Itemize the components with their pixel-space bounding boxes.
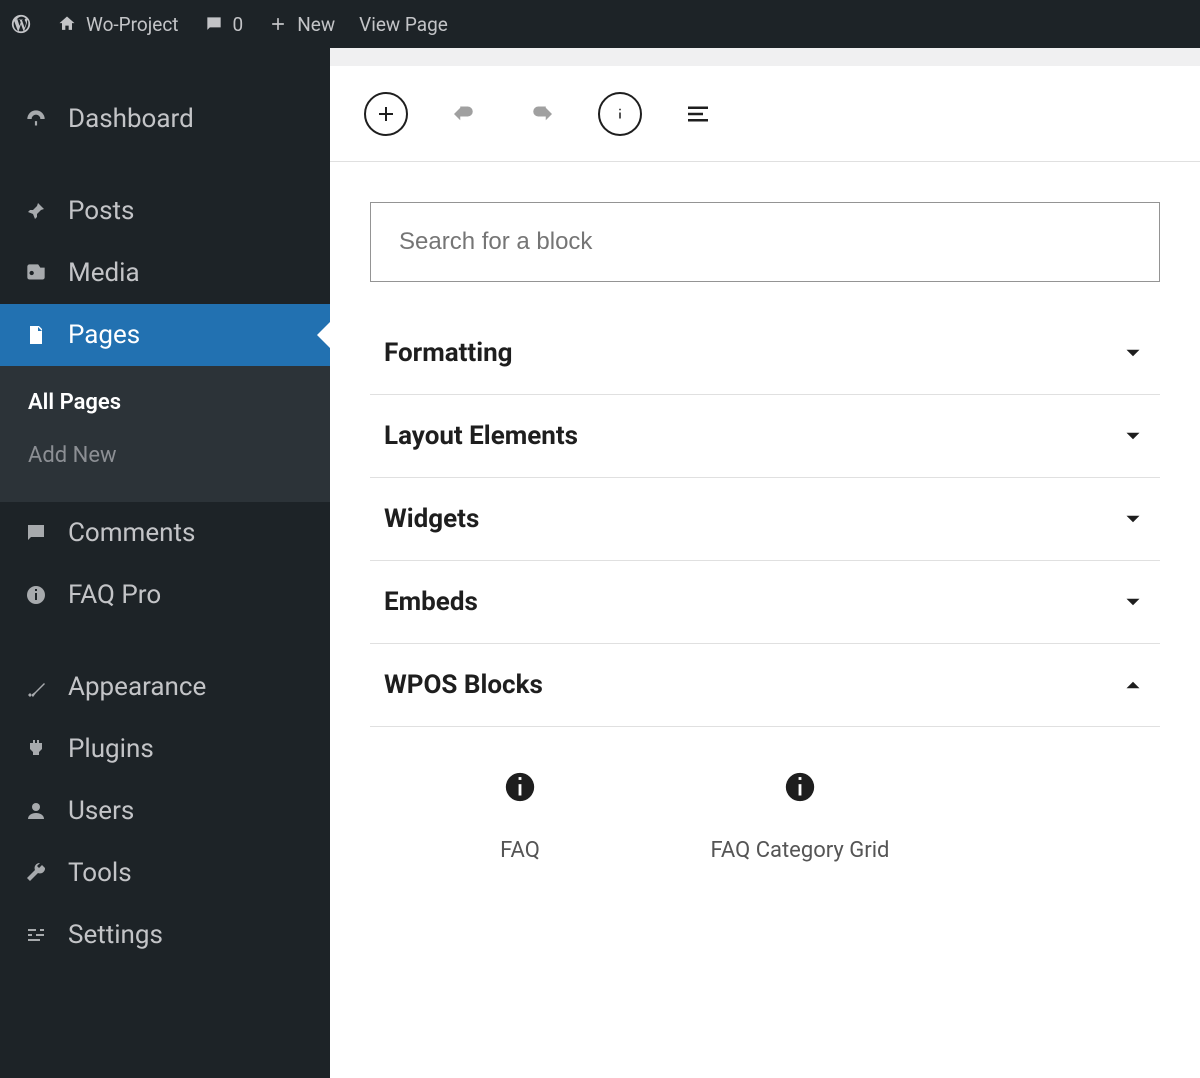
chevron-down-icon <box>1120 340 1146 366</box>
editor-main: Formatting Layout Elements Widgets <box>330 66 1200 1078</box>
plugin-icon <box>22 735 50 763</box>
comment-icon <box>203 13 225 35</box>
add-block-button[interactable] <box>364 92 408 136</box>
wordpress-icon <box>10 13 32 35</box>
sidebar-item-appearance[interactable]: Appearance <box>0 656 330 718</box>
comments-count: 0 <box>233 13 244 36</box>
block-category-list: Formatting Layout Elements Widgets <box>370 312 1160 866</box>
media-icon <box>22 259 50 287</box>
category-wpos-blocks[interactable]: WPOS Blocks <box>370 644 1160 727</box>
sidebar-item-pages[interactable]: Pages <box>0 304 330 366</box>
view-page-label: View Page <box>359 13 448 36</box>
category-widgets[interactable]: Widgets <box>370 478 1160 561</box>
chevron-up-icon <box>1120 672 1146 698</box>
wrench-icon <box>22 859 50 887</box>
block-label: FAQ Category Grid <box>710 837 890 866</box>
content-info-button[interactable] <box>598 92 642 136</box>
new-link[interactable]: New <box>267 13 335 36</box>
undo-button[interactable] <box>442 92 486 136</box>
category-label: Layout Elements <box>384 421 578 451</box>
site-name: Wo-Project <box>86 13 179 36</box>
category-formatting[interactable]: Formatting <box>370 312 1160 395</box>
wpos-blocks-grid: FAQ FAQ Category Grid <box>370 727 1160 866</box>
category-label: Embeds <box>384 587 478 617</box>
sidebar-item-label: FAQ Pro <box>68 580 161 610</box>
plus-icon <box>267 13 289 35</box>
category-layout-elements[interactable]: Layout Elements <box>370 395 1160 478</box>
sidebar-item-comments[interactable]: Comments <box>0 502 330 564</box>
sidebar-item-label: Dashboard <box>68 104 194 134</box>
sliders-icon <box>22 921 50 949</box>
redo-button[interactable] <box>520 92 564 136</box>
sidebar-item-label: Media <box>68 258 140 288</box>
block-nav-button[interactable] <box>676 92 720 136</box>
page-icon <box>22 321 50 349</box>
user-icon <box>22 797 50 825</box>
category-label: Widgets <box>384 504 479 534</box>
wp-logo[interactable] <box>10 13 32 35</box>
category-label: WPOS Blocks <box>384 670 543 700</box>
sidebar-item-label: Pages <box>68 320 140 350</box>
sidebar-item-users[interactable]: Users <box>0 780 330 842</box>
sidebar-item-label: Users <box>68 796 134 826</box>
block-search-input[interactable] <box>370 202 1160 282</box>
submenu-add-new[interactable]: Add New <box>0 429 330 482</box>
category-label: Formatting <box>384 338 513 368</box>
sidebar-item-settings[interactable]: Settings <box>0 904 330 966</box>
sidebar-item-label: Posts <box>68 196 134 226</box>
sidebar-item-label: Appearance <box>68 672 206 702</box>
sidebar-item-media[interactable]: Media <box>0 242 330 304</box>
sidebar-item-faqpro[interactable]: FAQ Pro <box>0 564 330 626</box>
info-icon <box>22 581 50 609</box>
sidebar-item-label: Comments <box>68 518 195 548</box>
sidebar-item-plugins[interactable]: Plugins <box>0 718 330 780</box>
info-icon <box>780 767 820 807</box>
sidebar-item-label: Settings <box>68 920 163 950</box>
home-icon <box>56 13 78 35</box>
pages-submenu: All Pages Add New <box>0 366 330 502</box>
editor-toolbar <box>330 66 1200 162</box>
chevron-down-icon <box>1120 589 1146 615</box>
sidebar-item-label: Plugins <box>68 734 154 764</box>
block-faq-category-grid[interactable]: FAQ Category Grid <box>710 767 890 866</box>
block-inserter: Formatting Layout Elements Widgets <box>330 162 1200 906</box>
dashboard-icon <box>22 105 50 133</box>
admin-bar: Wo-Project 0 New View Page <box>0 0 1200 48</box>
new-label: New <box>297 13 335 36</box>
submenu-all-pages[interactable]: All Pages <box>0 376 330 429</box>
view-page-link[interactable]: View Page <box>359 13 448 36</box>
info-icon <box>500 767 540 807</box>
category-embeds[interactable]: Embeds <box>370 561 1160 644</box>
admin-sidebar: Dashboard Posts Media Pages All Pages Ad… <box>0 48 330 1078</box>
comment-icon <box>22 519 50 547</box>
pin-icon <box>22 197 50 225</box>
block-label: FAQ <box>430 837 610 866</box>
brush-icon <box>22 673 50 701</box>
block-faq[interactable]: FAQ <box>430 767 610 866</box>
sidebar-item-tools[interactable]: Tools <box>0 842 330 904</box>
chevron-down-icon <box>1120 506 1146 532</box>
sidebar-item-posts[interactable]: Posts <box>0 180 330 242</box>
site-link[interactable]: Wo-Project <box>56 13 179 36</box>
sidebar-item-dashboard[interactable]: Dashboard <box>0 88 330 150</box>
chevron-down-icon <box>1120 423 1146 449</box>
sidebar-item-label: Tools <box>68 858 132 888</box>
comments-link[interactable]: 0 <box>203 13 244 36</box>
